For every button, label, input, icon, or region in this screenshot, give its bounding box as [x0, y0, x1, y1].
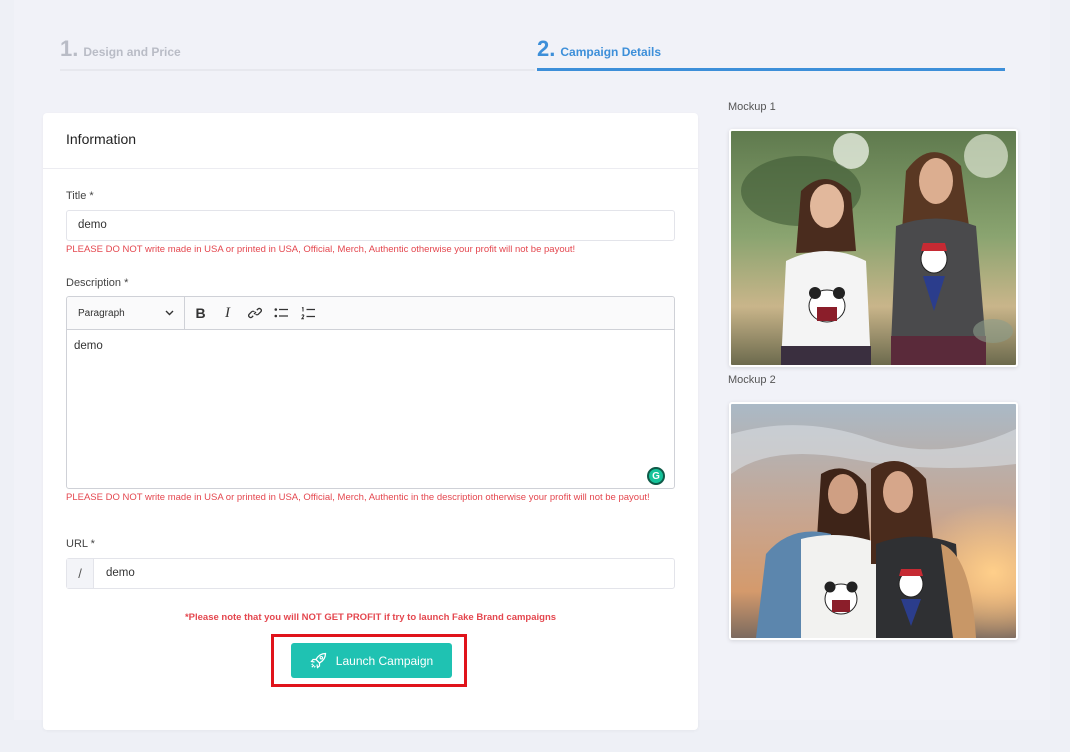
description-warning: PLEASE DO NOT write made in USA or print… [66, 492, 650, 503]
description-label: Description * [66, 277, 129, 289]
mockup-2-image[interactable] [729, 402, 1018, 640]
rocket-icon [310, 652, 326, 669]
mockup-2-label: Mockup 2 [728, 374, 776, 386]
card-title: Information [43, 113, 698, 169]
paragraph-format-select[interactable]: Paragraph [67, 296, 185, 330]
link-icon[interactable] [241, 297, 268, 330]
numbered-list-icon[interactable] [295, 297, 322, 330]
bold-icon[interactable]: B [187, 297, 214, 330]
url-input-group: / demo [66, 558, 675, 589]
fake-brand-note: *Please note that you will NOT GET PROFI… [184, 612, 557, 623]
launch-campaign-button[interactable]: Launch Campaign [291, 643, 452, 678]
editor-toolbar: Paragraph B I [67, 296, 674, 330]
step-underline [60, 69, 535, 71]
step-label: Design and Price [83, 45, 181, 59]
step-campaign-details[interactable]: 2. Campaign Details [537, 36, 661, 62]
title-label: Title * [66, 190, 94, 202]
url-label: URL * [66, 538, 95, 550]
format-select-value: Paragraph [78, 307, 125, 319]
description-editor: Paragraph B I demo G [66, 296, 675, 489]
launch-highlight-box: Launch Campaign [271, 634, 467, 687]
step-design-and-price[interactable]: 1. Design and Price [60, 36, 181, 62]
grammarly-icon[interactable]: G [647, 467, 665, 485]
step-active-underline [537, 68, 1005, 71]
step-number: 1. [60, 36, 79, 61]
description-textarea[interactable]: demo [67, 330, 674, 362]
launch-campaign-label: Launch Campaign [335, 653, 434, 668]
title-warning: PLEASE DO NOT write made in USA or print… [66, 244, 576, 255]
step-label: Campaign Details [560, 45, 662, 59]
bulleted-list-icon[interactable] [268, 297, 295, 330]
step-number: 2. [537, 36, 556, 61]
information-card: Information Title * demo PLEASE DO NOT w… [43, 113, 698, 730]
chevron-down-icon [165, 310, 174, 316]
mockup-1-image[interactable] [729, 129, 1018, 367]
url-input[interactable]: demo [94, 559, 146, 588]
italic-icon[interactable]: I [214, 297, 241, 330]
title-input[interactable]: demo [66, 210, 675, 241]
mockup-1-label: Mockup 1 [728, 101, 776, 113]
url-prefix: / [67, 559, 94, 588]
